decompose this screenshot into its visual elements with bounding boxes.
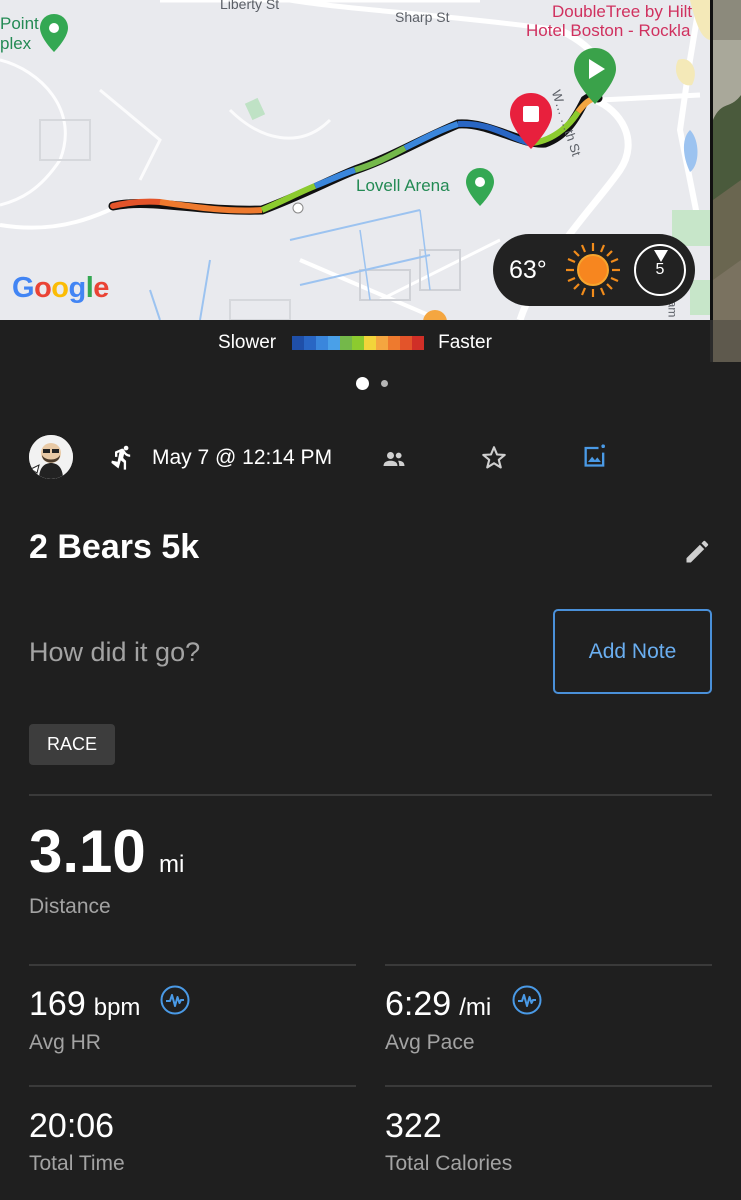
poi-label-lovell-arena: Lovell Arena: [356, 176, 450, 195]
poi-label-doubletree: DoubleTree by Hilt Hotel Boston - Rockla: [526, 2, 693, 40]
route-map[interactable]: Liberty St Sharp St W… …th St am Point p…: [0, 0, 710, 320]
page-dot-active[interactable]: [355, 377, 369, 390]
street-label: Sharp St: [395, 9, 450, 25]
weather-widget[interactable]: 63° 5: [493, 234, 695, 306]
divider: [29, 1085, 356, 1087]
stop-marker-icon[interactable]: [510, 93, 552, 149]
divider: [29, 794, 712, 796]
wind-indicator: 5: [634, 244, 686, 296]
temperature: 63°: [509, 255, 547, 284]
add-photo-icon[interactable]: [581, 441, 609, 469]
poi-pin-icon: [466, 168, 494, 206]
distance-value: 3.10: [29, 818, 146, 885]
start-marker-icon[interactable]: [574, 48, 616, 104]
street-label: Liberty St: [220, 0, 280, 12]
note-prompt[interactable]: How did it go?: [29, 637, 200, 668]
legend-faster: Faster: [438, 331, 492, 353]
photo-thumbnail: [710, 0, 741, 362]
wind-speed: 5: [655, 261, 665, 278]
page-dot[interactable]: [380, 380, 388, 387]
poi-label-complex: Point plex: [0, 14, 39, 53]
wind-direction-icon: [654, 250, 668, 262]
divider: [29, 964, 356, 966]
pace-chart-icon[interactable]: [511, 984, 543, 1016]
avg-hr-label: Avg HR: [29, 1031, 101, 1054]
next-page-preview[interactable]: [710, 0, 741, 362]
pace-gradient-bar: [292, 335, 425, 350]
total-time-value: 20:06: [29, 1107, 115, 1145]
divider: [385, 1085, 712, 1087]
avg-pace-value: 6:29/mi: [385, 985, 492, 1023]
page-indicator[interactable]: [0, 377, 741, 390]
edit-icon[interactable]: [683, 538, 711, 566]
star-icon[interactable]: [480, 444, 508, 472]
add-note-button[interactable]: Add Note: [553, 609, 712, 694]
avg-pace-label: Avg Pace: [385, 1031, 475, 1054]
google-logo: Google: [12, 272, 109, 304]
poi-pin-icon: [40, 14, 68, 52]
heart-rate-chart-icon[interactable]: [159, 984, 191, 1016]
avatar[interactable]: [29, 435, 73, 479]
avg-hr-value: 169 bpm: [29, 985, 141, 1023]
sun-icon: [566, 243, 620, 297]
distance-label: Distance: [29, 895, 111, 918]
activity-title: 2 Bears 5k: [29, 528, 200, 566]
distance-unit: mi: [159, 851, 185, 878]
total-calories-value: 322: [385, 1107, 442, 1145]
running-icon: [111, 445, 131, 470]
avatar-image: [29, 435, 73, 479]
race-badge[interactable]: RACE: [29, 724, 115, 765]
pace-legend: Slower Faster: [0, 320, 710, 365]
people-icon[interactable]: [380, 445, 408, 473]
activity-date: May 7 @ 12:14 PM: [152, 446, 333, 469]
divider: [385, 964, 712, 966]
total-calories-label: Total Calories: [385, 1152, 513, 1175]
legend-slower: Slower: [218, 331, 277, 353]
total-time-label: Total Time: [29, 1152, 125, 1175]
